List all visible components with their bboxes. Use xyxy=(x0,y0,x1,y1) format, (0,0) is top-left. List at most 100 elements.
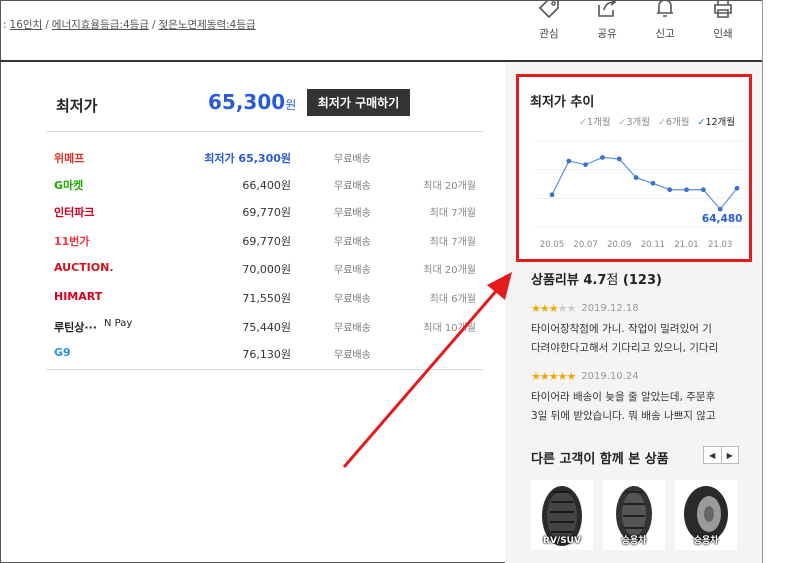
store-row[interactable]: 루틴상··· N Pay 75,440원 무료배송 최대 10개월 xyxy=(46,316,484,336)
installment-info: 최대 7개월 xyxy=(429,208,476,219)
installment-info: 최대 10개월 xyxy=(423,323,476,334)
store-row[interactable]: 인터파크 69,770원 무료배송 최대 7개월 xyxy=(46,201,484,221)
price-line xyxy=(551,156,738,211)
installment-info: 최대 20개월 xyxy=(423,265,476,276)
favorite-button[interactable]: 관심 xyxy=(520,0,578,41)
price-point[interactable] xyxy=(600,155,605,160)
share-label: 공유 xyxy=(597,28,617,40)
lowest-price-amount: 65,300 xyxy=(208,90,286,114)
bell-icon xyxy=(657,0,673,17)
price-point[interactable] xyxy=(549,192,555,198)
breadcrumb-prefix: : xyxy=(3,19,7,31)
buy-lowest-button[interactable]: 최저가 구매하기 xyxy=(307,89,410,116)
review-text: 3일 뒤에 받았습니다. 뭐 배송 나쁘지 않고 xyxy=(531,410,716,422)
store-price[interactable]: 71,550원 xyxy=(242,290,291,306)
shipping-info: 무료배송 xyxy=(334,323,371,334)
also-viewed-item[interactable]: 승용차 xyxy=(603,480,665,550)
review-heading: 상품리뷰 4.7점 (123) xyxy=(531,273,662,288)
x-tick-label: 21.03 xyxy=(708,240,732,250)
share-button[interactable]: 공유 xyxy=(578,0,636,41)
price-point[interactable] xyxy=(616,156,622,162)
also-viewed-item[interactable]: RV/SUV xyxy=(531,480,593,550)
lowest-price-label: 최저가 xyxy=(56,97,98,115)
store-logo[interactable]: AUCTION. xyxy=(54,261,114,274)
store-logo[interactable]: 위메프 xyxy=(54,150,84,166)
print-label: 인쇄 xyxy=(713,28,733,40)
spec-link-size[interactable]: 16인치 xyxy=(10,19,43,31)
review-score: 4.7 xyxy=(583,273,607,288)
installment-info: 최대 20개월 xyxy=(423,181,476,192)
favorite-label: 관심 xyxy=(539,28,559,40)
shipping-info: 무료배송 xyxy=(334,265,371,276)
shipping-info: 무료배송 xyxy=(334,294,371,305)
price-point[interactable] xyxy=(566,158,572,164)
store-price[interactable]: 75,440원 xyxy=(242,319,291,335)
store-row[interactable]: 11번가 69,770원 무료배송 최대 7개월 xyxy=(46,230,484,250)
store-price[interactable]: 69,770원 xyxy=(242,233,291,249)
store-logo[interactable]: G9 xyxy=(54,346,71,359)
also-viewed-heading: 다른 고객이 함께 본 상품 xyxy=(531,452,669,467)
store-price[interactable]: 76,130원 xyxy=(242,346,291,362)
review-date: 2019.12.18 xyxy=(581,303,639,314)
x-tick-label: 20.11 xyxy=(641,240,665,250)
print-icon xyxy=(714,0,732,18)
x-tick-label: 20.07 xyxy=(573,240,597,250)
price-point[interactable] xyxy=(583,162,589,168)
store-price[interactable]: 70,000원 xyxy=(242,261,291,277)
star-rating: ★★★★★ xyxy=(531,302,576,315)
x-tick-label: 20.09 xyxy=(607,240,631,250)
store-price[interactable]: 66,400원 xyxy=(242,177,291,193)
store-logo[interactable]: 인터파크 xyxy=(54,204,94,220)
price-trend-panel: 최저가 추이 ✓1개월 ✓3개월 ✓6개월 ✓12개월 64,480 20.05 2… xyxy=(516,74,752,262)
store-row[interactable]: 위메프 최저가 65,300원 무료배송 xyxy=(46,147,484,167)
store-row[interactable]: G마켓 66,400원 무료배송 최대 20개월 xyxy=(46,174,484,194)
store-row[interactable]: HIMART 71,550원 무료배송 최대 6개월 xyxy=(46,287,484,307)
also-viewed-pager: ◀ ▶ xyxy=(703,446,739,464)
store-logo[interactable]: 루틴상··· xyxy=(54,319,97,335)
x-tick-label: 21.01 xyxy=(674,240,698,250)
store-logo[interactable]: G마켓 xyxy=(54,177,83,193)
store-price[interactable]: 최저가 65,300원 xyxy=(204,150,291,166)
shipping-info: 무료배송 xyxy=(334,154,371,165)
lowest-price-unit: 원 xyxy=(285,98,297,112)
store-row[interactable]: AUCTION. 70,000원 무료배송 최대 20개월 xyxy=(46,258,484,278)
npay-badge: N Pay xyxy=(104,318,133,329)
spec-breadcrumb: :16인치 / 에너지효율등급:4등급 / 젖은노면제동력:4등급 xyxy=(3,19,256,31)
print-button[interactable]: 인쇄 xyxy=(694,0,752,41)
shipping-info: 무료배송 xyxy=(334,237,371,248)
lowest-price-value: 65,300원 xyxy=(208,90,296,114)
x-tick-label: 20.05 xyxy=(540,240,564,250)
next-arrow-icon[interactable]: ▶ xyxy=(720,447,739,463)
review-text: 다려야한다고해서 기다리고 있으니, 기다리 xyxy=(531,342,719,354)
installment-info: 최대 7개월 xyxy=(429,237,476,248)
also-viewed-item[interactable]: 승용차 xyxy=(675,480,737,550)
review-count: (123) xyxy=(622,273,662,288)
price-point[interactable] xyxy=(684,187,689,193)
toolbar: 관심 공유 신고 인쇄 xyxy=(520,0,752,41)
price-point[interactable] xyxy=(700,187,706,193)
store-price[interactable]: 69,770원 xyxy=(242,204,291,220)
report-label: 신고 xyxy=(655,28,675,40)
review-item[interactable]: ★★★★★ 2019.12.18 타이어장착점에 가니. 작업이 밀려있어 기 다려… xyxy=(531,302,757,358)
store-row[interactable]: G9 76,130원 무료배송 xyxy=(46,343,484,363)
store-logo[interactable]: HIMART xyxy=(54,290,102,303)
store-logo[interactable]: 11번가 xyxy=(54,233,90,249)
shipping-info: 무료배송 xyxy=(334,181,371,192)
price-point[interactable] xyxy=(717,206,723,212)
also-viewed-caption: 승용차 xyxy=(693,536,719,546)
review-item[interactable]: ★★★★★ 2019.10.24 타이어라 배송이 늦을 줄 알았는데, 주문후 3… xyxy=(531,370,757,426)
review-text: 타이어라 배송이 늦을 줄 알았는데, 주문후 xyxy=(531,391,716,403)
spec-link-wet-braking[interactable]: 젖은노면제동력:4등급 xyxy=(159,19,256,31)
tag-icon xyxy=(538,0,559,19)
prev-arrow-icon[interactable]: ◀ xyxy=(704,447,721,463)
shipping-info: 무료배송 xyxy=(334,208,371,219)
price-point[interactable] xyxy=(650,180,656,186)
report-button[interactable]: 신고 xyxy=(636,0,694,41)
review-score-unit: 점 xyxy=(606,273,619,288)
price-trend-chart: 64,480 20.05 20.07 20.09 20.11 21.01 21.03 xyxy=(535,140,743,250)
spec-link-energy[interactable]: 에너지효율등급:4등급 xyxy=(52,19,149,31)
price-point[interactable] xyxy=(667,187,673,193)
price-point[interactable] xyxy=(633,175,639,180)
also-viewed-caption: 승용차 xyxy=(621,536,647,546)
price-point[interactable] xyxy=(734,185,740,191)
